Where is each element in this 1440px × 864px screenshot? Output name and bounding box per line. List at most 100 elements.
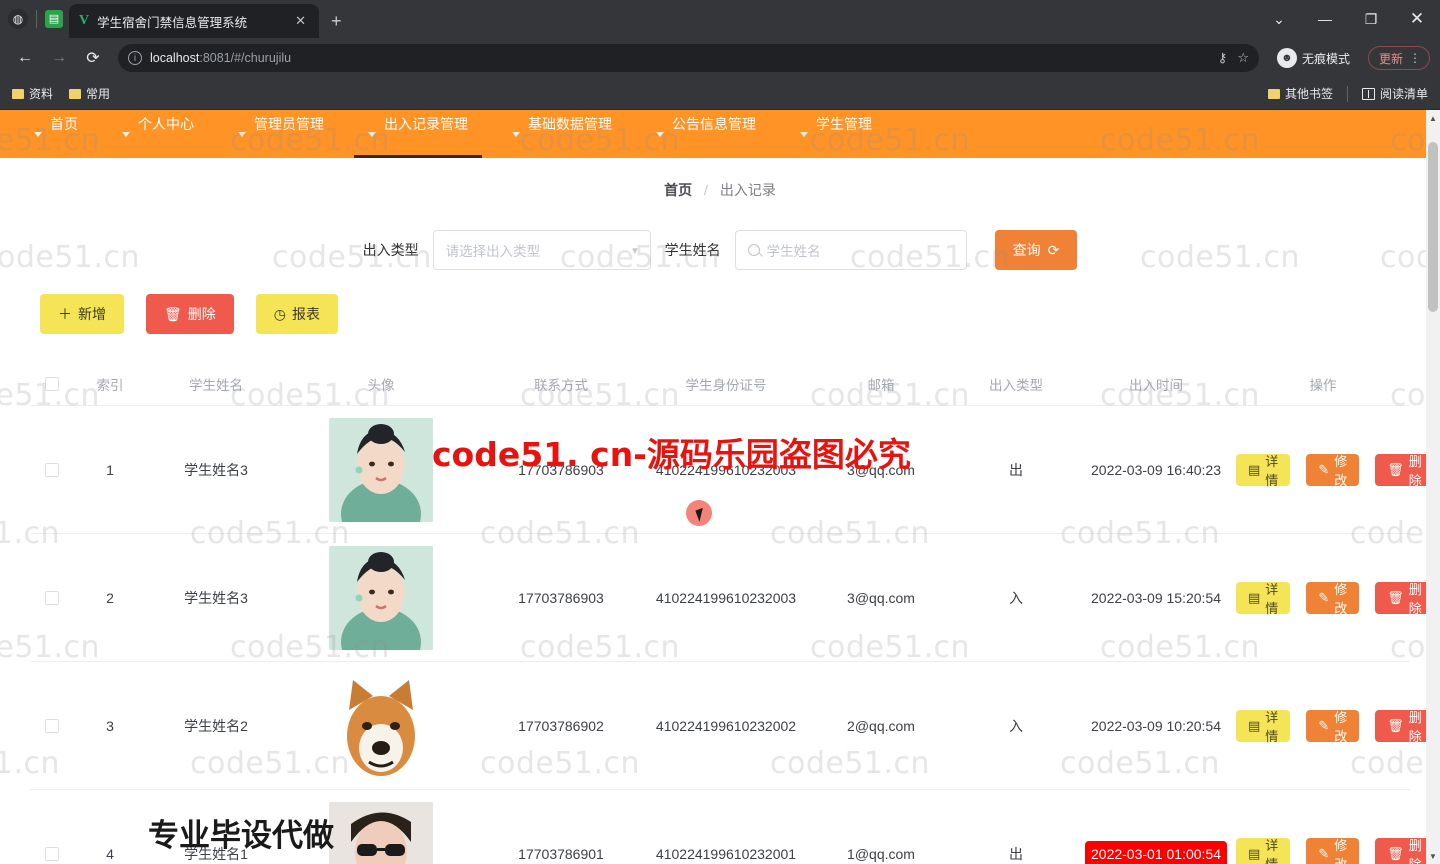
bookmark-item-changyong[interactable]: 常用 [69, 85, 110, 102]
cell-email: 1@qq.com [847, 845, 915, 862]
detail-button[interactable]: ▤ 详情 [1236, 709, 1291, 744]
student-name-input[interactable]: 学生姓名 [734, 230, 967, 270]
tab-search-caret-icon[interactable]: ⌄ [1256, 0, 1302, 38]
table-header-row: 索引 学生姓名 头像 联系方式 学生身份证号 邮箱 出入类型 出入时间 操作 [30, 362, 1410, 406]
breadcrumb-home[interactable]: 首页 [664, 182, 692, 198]
minimize-button[interactable]: — [1302, 0, 1348, 38]
nav-item-base-data[interactable]: 基础数据管理 [490, 110, 634, 158]
bookmarks-right-group: 其他书签 阅读清单 [1267, 85, 1428, 102]
maximize-button[interactable]: ❐ [1348, 0, 1394, 38]
nav-item-home[interactable]: 首页 [12, 110, 100, 158]
password-key-icon[interactable]: ⚷ [1218, 50, 1228, 66]
nav-item-personal-center[interactable]: 个人中心 [100, 110, 216, 158]
scroll-up-arrow-icon[interactable]: ▲ [1426, 110, 1440, 126]
header-name: 学生姓名 [189, 377, 243, 393]
row-delete-button[interactable]: 🗑 删除 [1375, 581, 1434, 616]
row-delete-button[interactable]: 🗑 删除 [1375, 837, 1434, 864]
cell-operations: ▤ 详情 ✎ 修改 🗑 删除 [1236, 709, 1434, 744]
other-bookmarks-button[interactable]: 其他书签 [1267, 85, 1333, 102]
nav-item-access-records[interactable]: 出入记录管理 [346, 110, 490, 158]
header-ops: 操作 [1309, 377, 1337, 393]
checkbox-icon [45, 590, 59, 605]
table-row[interactable]: 1 学生姓名3 17703786903 410224199610232003 3… [30, 406, 1434, 534]
search-button[interactable]: 查询 ⟳ [994, 230, 1078, 270]
table-row[interactable]: 4 学生姓名1 17703786901 410224199610232001 1… [30, 790, 1434, 864]
header-time: 出入时间 [1129, 377, 1183, 393]
breadcrumb-current: 出入记录 [719, 182, 776, 198]
header-idcard: 学生身份证号 [685, 377, 767, 393]
edit-button[interactable]: ✎ 修改 [1306, 709, 1360, 744]
close-window-button[interactable]: ✕ [1394, 0, 1440, 38]
reading-list-button[interactable]: 阅读清单 [1361, 85, 1428, 102]
cell-avatar[interactable] [286, 801, 476, 864]
cell-index: 1 [106, 461, 114, 478]
row-checkbox[interactable] [30, 462, 74, 477]
cell-name: 学生姓名2 [184, 717, 248, 734]
reload-button[interactable]: ⟳ [78, 43, 108, 73]
report-button[interactable]: ◷ 报表 [255, 294, 338, 334]
chrome-menu-icon[interactable]: ⋮ [1409, 51, 1421, 65]
nav-label: 出入记录管理 [384, 116, 468, 132]
chevron-down-icon: ▾ [632, 244, 638, 257]
nav-item-announcements[interactable]: 公告信息管理 [634, 110, 778, 158]
delete-button[interactable]: 🗑 删除 [146, 294, 234, 334]
detail-label: 详情 [1265, 709, 1279, 744]
row-delete-label: 删除 [1408, 837, 1422, 864]
cell-avatar[interactable] [286, 673, 476, 778]
row-checkbox[interactable] [30, 590, 74, 605]
clock-icon: ◷ [273, 305, 286, 322]
nav-item-admin-management[interactable]: 管理员管理 [216, 110, 346, 158]
row-checkbox[interactable] [30, 846, 74, 861]
tab-title: 学生宿舍门禁信息管理系统 [97, 15, 248, 30]
checkbox-icon [45, 718, 59, 733]
bookmark-star-icon[interactable]: ☆ [1237, 50, 1249, 66]
edit-button[interactable]: ✎ 修改 [1306, 581, 1360, 616]
page-scrollbar[interactable]: ▲ ▼ [1426, 110, 1440, 864]
forward-button[interactable]: → [44, 43, 74, 73]
pencil-icon: ✎ [1318, 589, 1330, 605]
detail-button[interactable]: ▤ 详情 [1236, 837, 1291, 864]
detail-button[interactable]: ▤ 详情 [1236, 581, 1291, 616]
add-button[interactable]: ＋ 新增 [40, 294, 124, 334]
scrollbar-thumb[interactable] [1428, 142, 1438, 312]
extension-icon[interactable]: ▤ [45, 10, 63, 28]
nav-label: 学生管理 [816, 116, 872, 132]
access-type-select[interactable]: 请选择出入类型 ▾ [432, 230, 651, 270]
filter-name-label: 学生姓名 [664, 242, 721, 258]
table-row[interactable]: 3 学生姓名2 17703786902 410224199610232002 2… [30, 662, 1434, 790]
detail-icon: ▤ [1248, 589, 1261, 605]
folder-icon [1267, 88, 1280, 99]
back-button[interactable]: ← [10, 43, 40, 73]
scroll-down-arrow-icon[interactable]: ▼ [1426, 848, 1440, 864]
checkbox-icon [45, 376, 59, 391]
bookmark-label: 资料 [29, 87, 54, 101]
cell-avatar[interactable] [286, 545, 476, 650]
chrome-logo-icon: ◍ [8, 9, 28, 29]
close-tab-icon[interactable]: ✕ [290, 11, 311, 31]
select-all-checkbox[interactable] [30, 376, 74, 391]
detail-button[interactable]: ▤ 详情 [1236, 453, 1291, 488]
cell-name: 学生姓名1 [184, 845, 248, 862]
row-delete-label: 删除 [1408, 581, 1422, 616]
edit-button[interactable]: ✎ 修改 [1306, 453, 1360, 488]
row-delete-button[interactable]: 🗑 删除 [1375, 453, 1434, 488]
incognito-indicator[interactable]: ☻ 无痕模式 [1269, 45, 1358, 71]
cell-phone: 17703786902 [518, 717, 604, 734]
cell-avatar[interactable] [286, 417, 476, 522]
edit-button[interactable]: ✎ 修改 [1306, 837, 1360, 864]
cell-email: 3@qq.com [847, 589, 915, 606]
trash-icon: 🗑 [1387, 461, 1404, 477]
site-info-icon[interactable]: i [128, 51, 142, 65]
nav-item-student-management[interactable]: 学生管理 [778, 110, 894, 158]
row-delete-button[interactable]: 🗑 删除 [1375, 709, 1434, 744]
caret-icon [238, 131, 246, 137]
address-bar[interactable]: i localhost:8081/#/churujilu ⚷ ☆ [118, 44, 1259, 72]
url-path: :8081/#/churujilu [199, 51, 292, 65]
header-phone: 联系方式 [534, 377, 588, 393]
row-checkbox[interactable] [30, 718, 74, 733]
table-row[interactable]: 2 学生姓名3 17703786903 410224199610232003 3… [30, 534, 1434, 662]
browser-tab[interactable]: V 学生宿舍门禁信息管理系统 ✕ [69, 4, 319, 38]
update-button[interactable]: 更新 ⋮ [1367, 46, 1430, 70]
new-tab-button[interactable]: + [319, 11, 354, 38]
bookmark-item-ziliao[interactable]: 资料 [12, 85, 53, 102]
